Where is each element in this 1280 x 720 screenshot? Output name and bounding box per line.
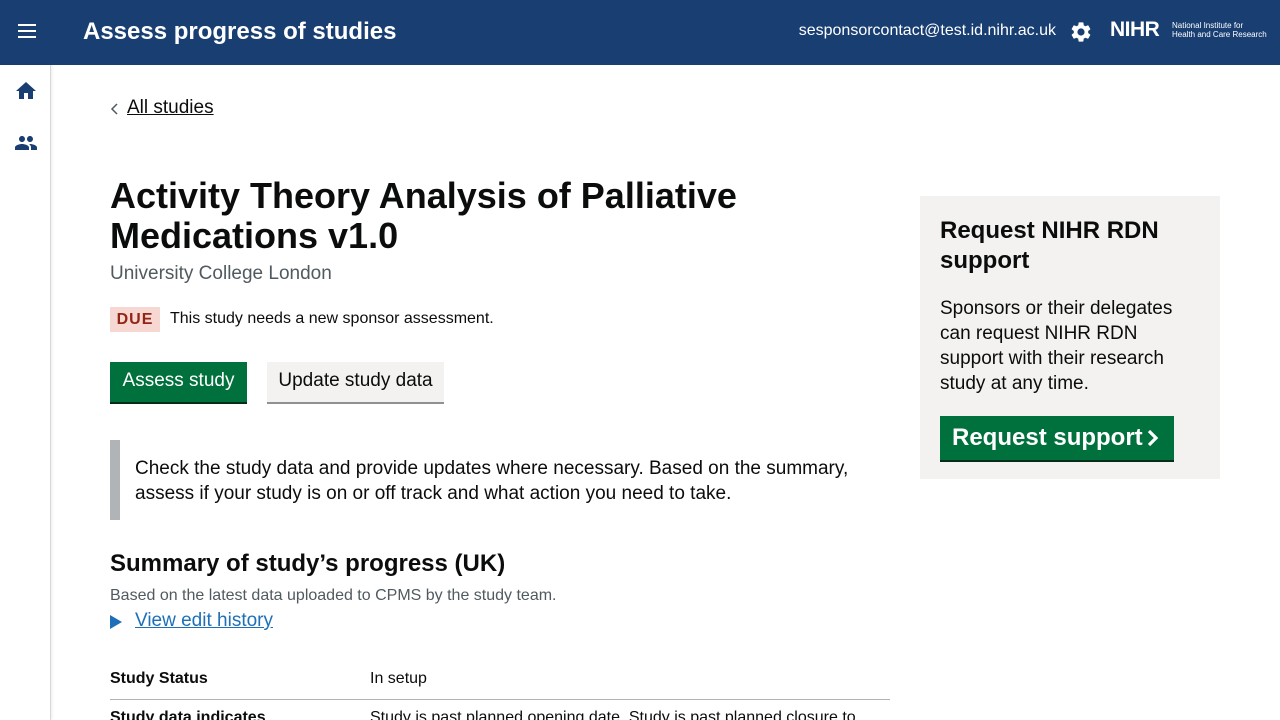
request-support-label: Request support (952, 424, 1143, 451)
caret-right-icon (110, 615, 122, 629)
inset-text: Check the study data and provide updates… (110, 440, 850, 520)
chevron-left-icon (110, 103, 118, 115)
summary-row-value: In setup (370, 670, 427, 687)
assess-study-button[interactable]: Assess study (110, 362, 247, 402)
study-organisation: University College London (110, 263, 332, 284)
sidebar (0, 65, 51, 720)
app-title[interactable]: Assess progress of studies (83, 18, 396, 46)
panel-body: Sponsors or their delegates can request … (940, 298, 1173, 394)
update-study-data-button[interactable]: Update study data (267, 362, 444, 402)
gear-icon[interactable] (1069, 20, 1093, 44)
status-badge: DUE (110, 307, 160, 332)
summary-subtext: Based on the latest data uploaded to CPM… (110, 587, 557, 604)
summary-row-key: Study data indicates (110, 709, 266, 720)
all-studies-link[interactable]: All studies (127, 97, 214, 119)
nihr-logo[interactable]: NIHR National Institute for Health and C… (1110, 18, 1270, 48)
status-message: This study needs a new sponsor assessmen… (170, 310, 494, 327)
logo-org: National Institute for Health and Care R… (1172, 21, 1267, 39)
home-icon[interactable] (14, 79, 38, 103)
view-edit-history-link[interactable]: View edit history (135, 610, 273, 632)
request-support-panel: Request NIHR RDN support Sponsors or the… (920, 196, 1220, 479)
users-icon[interactable] (14, 131, 38, 155)
summary-heading: Summary of study’s progress (UK) (110, 550, 506, 577)
summary-row: Study Status In setup (110, 668, 890, 700)
top-header: Assess progress of studies sesponsorcont… (0, 0, 1280, 65)
menu-icon[interactable] (14, 20, 40, 46)
inset-text-content: Check the study data and provide updates… (135, 458, 849, 504)
request-support-button[interactable]: Request support (940, 416, 1174, 460)
panel-heading: Request NIHR RDN support (940, 217, 1159, 274)
summary-row-value: Study is past planned opening date. Stud… (370, 709, 856, 720)
summary-row-key: Study Status (110, 670, 208, 687)
page-title: Activity Theory Analysis of Palliative M… (110, 175, 737, 256)
summary-row: Study data indicates Study is past plann… (110, 700, 890, 720)
chevron-right-icon (1147, 429, 1159, 447)
logo-text: NIHR (1110, 18, 1160, 41)
user-email: sesponsorcontact@test.id.nihr.ac.uk (798, 22, 1056, 39)
